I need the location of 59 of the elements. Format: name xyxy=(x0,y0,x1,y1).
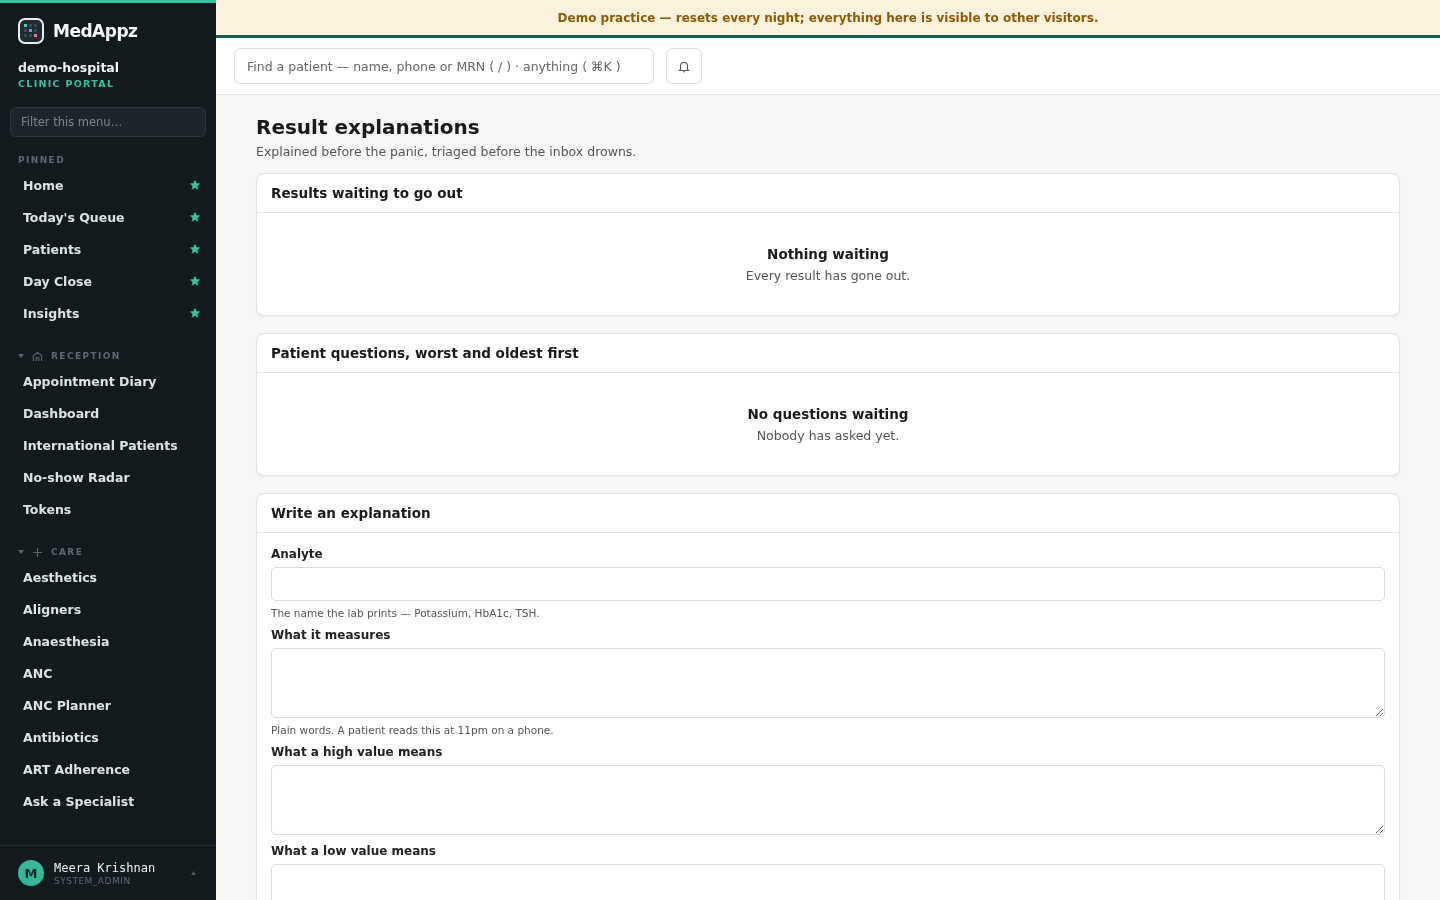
section-label: PINNED xyxy=(17,154,67,167)
field-label: What a low value means xyxy=(271,844,437,858)
banner-text: Demo practice — resets every night; everything here is visible to other visitors. xyxy=(557,10,1099,25)
field-hint: The name the lab prints — Potassium, HbA1c, TSH. xyxy=(271,607,541,619)
org-name: demo-hospital xyxy=(18,60,121,75)
user-name: Meera Krishnan xyxy=(54,860,157,875)
logo-icon xyxy=(18,18,44,44)
card-title: Patient questions, worst and oldest first xyxy=(271,345,579,361)
nav-item[interactable]: Tokens xyxy=(10,493,206,525)
field-label: What it measures xyxy=(271,628,392,642)
nav-item[interactable]: Ask a Specialist xyxy=(10,785,206,817)
plus-icon xyxy=(32,546,43,558)
nav-item[interactable]: Day Close xyxy=(10,265,206,297)
star-icon[interactable] xyxy=(189,275,201,287)
nav-item[interactable]: Antibiotics xyxy=(10,721,206,753)
section-label: RECEPTION xyxy=(51,350,121,363)
card-title: Results waiting to go out xyxy=(271,185,463,201)
empty-text: Nobody has asked yet. xyxy=(756,428,900,443)
input-field[interactable] xyxy=(271,567,1385,601)
caret-icon[interactable] xyxy=(18,549,24,555)
star-icon[interactable] xyxy=(189,307,201,319)
nav-item[interactable]: No-show Radar xyxy=(10,461,206,493)
portal-label: CLINIC PORTAL xyxy=(18,78,116,89)
nav-item[interactable]: ANC Planner xyxy=(10,689,206,721)
field-hint: Plain words. A patient reads this at 11pm on a phone. xyxy=(271,724,555,736)
empty-title: Nothing waiting xyxy=(767,246,889,262)
nav-item[interactable]: Patients xyxy=(10,233,206,265)
field-label: Analyte xyxy=(271,547,324,561)
nav-item[interactable]: Aligners xyxy=(10,593,206,625)
bell-icon xyxy=(678,59,690,73)
nav-item[interactable]: Appointment Diary xyxy=(10,365,206,397)
brand-name: MedAppz xyxy=(53,21,138,41)
home-icon xyxy=(32,350,43,362)
star-icon[interactable] xyxy=(189,179,201,191)
star-icon[interactable] xyxy=(189,211,201,223)
search-field[interactable]: Find a patient — name, phone or MRN ( / ) · anything ( ⌘K ) xyxy=(234,48,654,84)
nav-item[interactable]: Home xyxy=(10,169,206,201)
nav-item[interactable]: Insights xyxy=(10,297,206,329)
nav-item[interactable]: Anaesthesia xyxy=(10,625,206,657)
field-label: What a high value means xyxy=(271,745,444,759)
section-label: CARE xyxy=(51,546,84,559)
page-subtitle: Explained before the panic, triaged before the inbox drowns. xyxy=(256,144,638,159)
empty-text: Every result has gone out. xyxy=(745,268,911,283)
nav-item[interactable]: ART Adherence xyxy=(10,753,206,785)
caret-icon[interactable] xyxy=(191,871,196,875)
nav-item[interactable]: Today's Queue xyxy=(10,201,206,233)
card-title: Write an explanation xyxy=(271,505,431,521)
nav-item[interactable]: Dashboard xyxy=(10,397,206,429)
nav-item[interactable]: International Patients xyxy=(10,429,206,461)
page-title: Result explanations xyxy=(256,115,481,139)
empty-title: No questions waiting xyxy=(747,406,909,422)
star-icon[interactable] xyxy=(189,243,201,255)
nav-item[interactable]: Aesthetics xyxy=(10,561,206,593)
caret-icon[interactable] xyxy=(18,353,24,359)
filter-field[interactable]: Filter this menu… xyxy=(10,107,206,137)
user-role: SYSTEM_ADMIN xyxy=(54,875,132,886)
nav-item[interactable]: ANC xyxy=(10,657,206,689)
user-avatar[interactable]: M xyxy=(18,860,44,886)
notifications-button[interactable] xyxy=(666,48,702,84)
